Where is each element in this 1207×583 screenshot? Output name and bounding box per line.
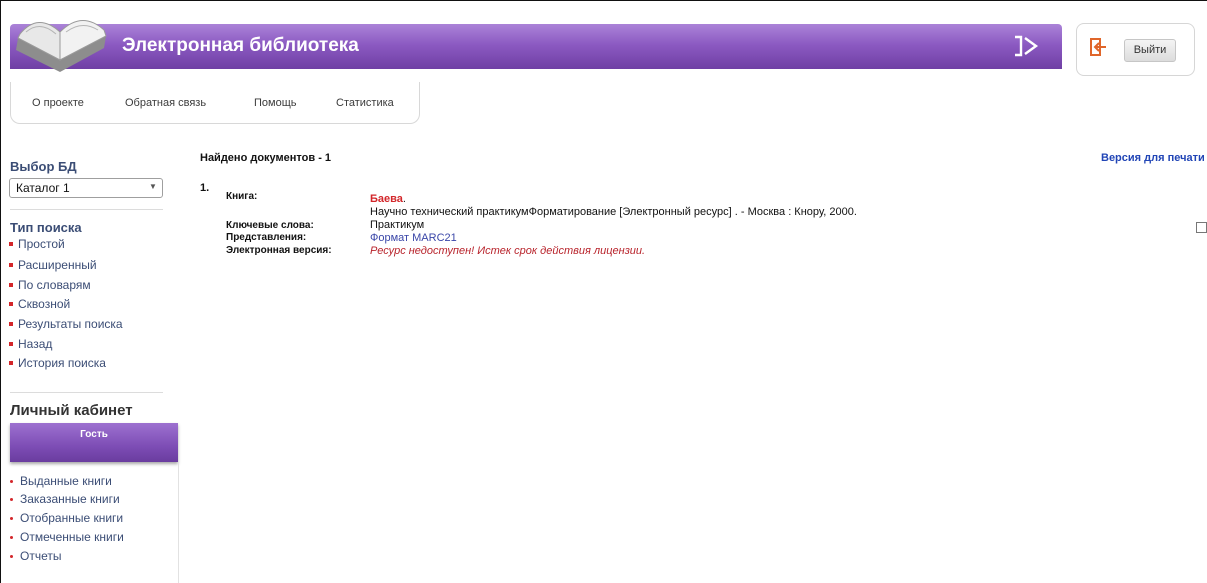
views-label: Представления: bbox=[226, 232, 307, 243]
chevron-down-icon: ▼ bbox=[149, 182, 157, 191]
bullet-icon bbox=[10, 517, 13, 520]
library-brand-icon bbox=[1015, 35, 1039, 57]
bullet-icon bbox=[9, 283, 13, 287]
bullet-icon bbox=[9, 302, 13, 306]
record-number: 1. bbox=[200, 182, 210, 194]
guest-label: Гость bbox=[80, 429, 108, 440]
record-author[interactable]: Баева bbox=[370, 193, 403, 205]
ebook-label: Электронная версия: bbox=[226, 245, 332, 256]
sidebar-border bbox=[178, 462, 179, 583]
search-item-dictionaries[interactable]: По словарям bbox=[18, 278, 91, 292]
marc21-link[interactable]: Формат MARC21 bbox=[370, 232, 457, 244]
bullet-icon bbox=[10, 555, 13, 558]
search-item-simple[interactable]: Простой bbox=[18, 237, 65, 251]
bullet-icon bbox=[10, 536, 13, 539]
record-description: Научно технический практикумФорматирован… bbox=[370, 206, 857, 218]
cabinet-item-reports[interactable]: Отчеты bbox=[20, 549, 61, 563]
bullet-icon bbox=[9, 242, 13, 246]
search-type-title: Тип поиска bbox=[10, 220, 82, 235]
window-left-border bbox=[0, 0, 1, 583]
sidebar-divider bbox=[10, 209, 163, 210]
app-title: Электронная библиотека bbox=[122, 35, 359, 56]
db-select-value: Каталог 1 bbox=[16, 181, 70, 195]
record-checkbox[interactable] bbox=[1196, 222, 1207, 233]
record-author-dot: . bbox=[402, 193, 406, 205]
search-item-extended[interactable]: Расширенный bbox=[18, 258, 97, 272]
menu-item-about[interactable]: О проекте bbox=[32, 97, 84, 109]
search-item-back[interactable]: Назад bbox=[18, 337, 52, 351]
bullet-icon bbox=[10, 498, 13, 501]
bullet-icon bbox=[9, 263, 13, 267]
bullet-icon bbox=[9, 322, 13, 326]
logout-icon[interactable] bbox=[1090, 38, 1108, 56]
window-top-border bbox=[0, 0, 1207, 1]
logout-button[interactable]: Выйти bbox=[1124, 39, 1176, 62]
menu-item-statistics[interactable]: Статистика bbox=[336, 97, 394, 109]
search-item-results[interactable]: Результаты поиска bbox=[18, 317, 123, 331]
bullet-icon bbox=[9, 361, 13, 365]
cabinet-item-issued[interactable]: Выданные книги bbox=[20, 474, 112, 488]
cabinet-item-marked[interactable]: Отмеченные книги bbox=[20, 530, 124, 544]
book-logo-icon bbox=[16, 20, 107, 72]
search-item-through[interactable]: Сквозной bbox=[18, 297, 70, 311]
found-count: Найдено документов - 1 bbox=[200, 152, 332, 164]
menu-item-feedback[interactable]: Обратная связь bbox=[125, 97, 206, 109]
book-label: Книга: bbox=[226, 191, 258, 202]
sidebar-divider bbox=[10, 392, 163, 393]
cabinet-item-selected[interactable]: Отобранные книги bbox=[20, 511, 123, 525]
search-item-history[interactable]: История поиска bbox=[18, 356, 106, 370]
cabinet-title: Личный кабинет bbox=[10, 402, 133, 419]
bullet-icon bbox=[9, 342, 13, 346]
record-author-line: Баева. bbox=[370, 193, 406, 205]
keywords-label: Ключевые слова: bbox=[226, 220, 314, 231]
bullet-icon bbox=[10, 480, 13, 483]
menu-item-help[interactable]: Помощь bbox=[254, 97, 297, 109]
ebook-status: Ресурс недоступен! Истек срок действия л… bbox=[370, 245, 646, 257]
cabinet-item-ordered[interactable]: Заказанные книги bbox=[20, 492, 120, 506]
print-version-link[interactable]: Версия для печати bbox=[1101, 152, 1205, 164]
record-keywords: Практикум bbox=[370, 219, 425, 231]
db-section-title: Выбор БД bbox=[10, 159, 77, 174]
